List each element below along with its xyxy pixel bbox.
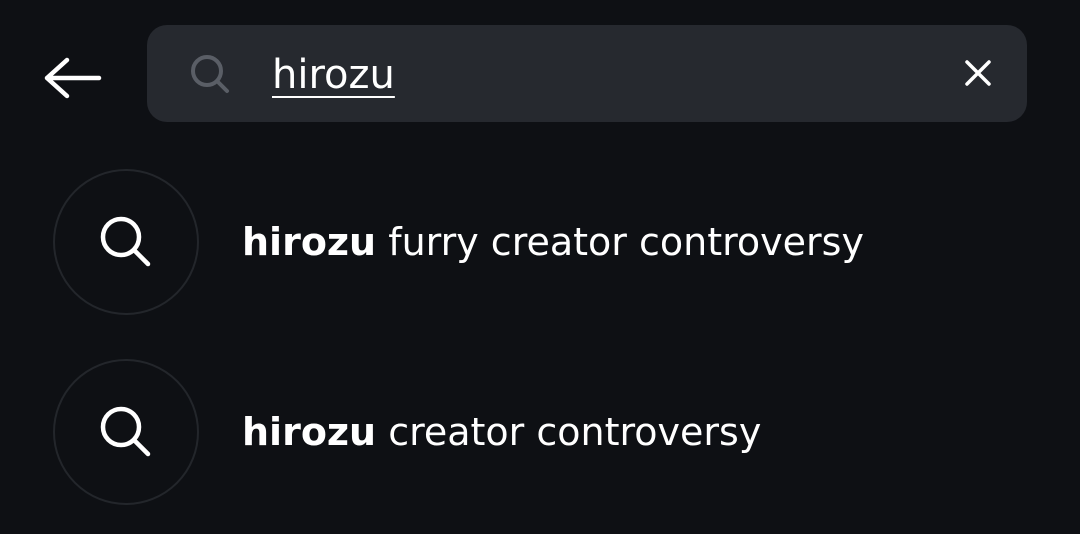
search-screen: hirozu furry creator controversy hirozu … xyxy=(0,0,1080,534)
search-suggestion[interactable]: hirozu furry creator controversy xyxy=(0,159,1080,329)
suggestion-completion: furry creator controversy xyxy=(376,220,864,264)
suggestion-text: hirozu furry creator controversy xyxy=(242,217,864,267)
suggestion-completion: creator controversy xyxy=(376,410,762,454)
suggestion-query: hirozu xyxy=(242,410,377,454)
search-icon xyxy=(100,216,151,267)
back-button[interactable] xyxy=(38,49,108,107)
close-icon xyxy=(965,60,991,86)
search-suggestion[interactable]: hirozu creator controversy xyxy=(0,349,1080,519)
clear-search-button[interactable] xyxy=(952,47,1004,99)
search-input[interactable] xyxy=(272,44,932,106)
arrow-left-icon xyxy=(44,57,102,99)
suggestion-icon-circle xyxy=(53,169,199,315)
suggestion-text: hirozu creator controversy xyxy=(242,407,761,457)
suggestion-query: hirozu xyxy=(242,220,377,264)
suggestion-icon-circle xyxy=(53,359,199,505)
search-icon xyxy=(100,406,151,457)
search-icon xyxy=(186,50,234,98)
